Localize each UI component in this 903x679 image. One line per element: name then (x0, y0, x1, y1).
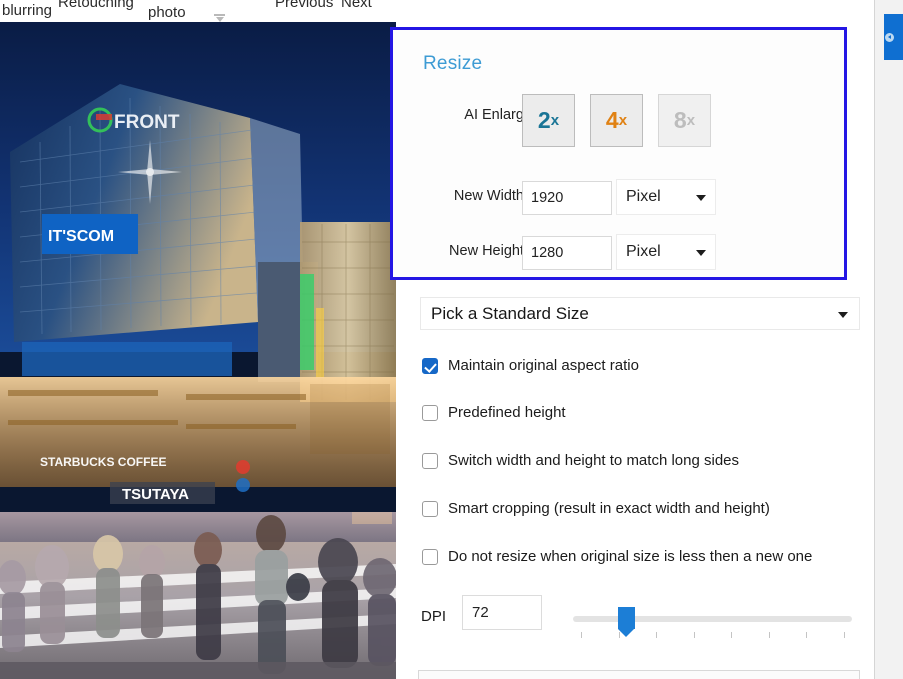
expand-panel-tab[interactable] (884, 14, 903, 60)
option-label: Do not resize when original size is less… (448, 548, 812, 565)
chevron-down-icon (838, 312, 848, 318)
ai-enlarge-4x-suffix: x (619, 113, 627, 128)
new-height-unit-select[interactable]: Pixel (616, 234, 716, 270)
ai-enlarge-2x-value: 2 (538, 109, 551, 132)
chevron-down-icon (696, 195, 706, 201)
photo-artwork: FRONT IT'SCOM (0, 22, 396, 679)
new-height-label: New Height (414, 243, 524, 259)
app-window: blurring Retouching photo Previous Next (0, 0, 903, 679)
chevron-down-icon[interactable] (213, 12, 226, 22)
new-width-unit-value: Pixel (626, 188, 661, 206)
dpi-slider[interactable] (573, 607, 852, 643)
new-height-unit-value: Pixel (626, 243, 661, 261)
option-label: Maintain original aspect ratio (448, 357, 639, 374)
checkbox-icon-checked[interactable] (422, 358, 438, 374)
toolbar-item-photo[interactable]: photo (148, 4, 186, 21)
checkbox-icon[interactable] (422, 405, 438, 421)
dpi-slider-track[interactable] (573, 616, 852, 622)
option-switch-width-height[interactable]: Switch width and height to match long si… (422, 452, 739, 469)
new-width-unit-select[interactable]: Pixel (616, 179, 716, 215)
svg-text:IT'SCOM: IT'SCOM (48, 228, 114, 245)
top-toolbar-strip: blurring Retouching photo Previous Next (0, 0, 903, 22)
svg-text:FRONT: FRONT (114, 112, 180, 133)
new-width-input[interactable]: 1920 (522, 181, 612, 215)
ai-enlarge-2x-button[interactable]: 2x (522, 94, 575, 147)
standard-size-select[interactable]: Pick a Standard Size (420, 297, 860, 330)
ai-enlarge-4x-value: 4 (606, 109, 619, 132)
resize-settings-panel: Resize AI Enlarge 2x 4x 8x New Width 192… (396, 22, 874, 679)
ai-enlarge-8x-button[interactable]: 8x (658, 94, 711, 147)
svg-text:TSUTAYA: TSUTAYA (122, 486, 189, 503)
standard-size-value: Pick a Standard Size (431, 304, 589, 324)
option-smart-cropping[interactable]: Smart cropping (result in exact width an… (422, 500, 770, 517)
dpi-label: DPI (421, 608, 446, 625)
toolbar-item-blurring[interactable]: blurring (2, 2, 52, 19)
toolbar-item-previous[interactable]: Previous (275, 0, 333, 11)
ai-enlarge-label: AI Enlarge (432, 107, 532, 123)
checkbox-icon[interactable] (422, 549, 438, 565)
option-label: Smart cropping (result in exact width an… (448, 500, 770, 517)
ai-enlarge-2x-suffix: x (551, 113, 559, 128)
chevron-right-icon (885, 33, 894, 42)
toolbar-item-retouching[interactable]: Retouching (58, 0, 134, 11)
resize-section-title: Resize (423, 53, 482, 75)
option-maintain-aspect-ratio[interactable]: Maintain original aspect ratio (422, 357, 639, 374)
image-preview[interactable]: FRONT IT'SCOM (0, 22, 396, 679)
dpi-input[interactable]: 72 (462, 595, 542, 630)
ai-enlarge-8x-value: 8 (674, 109, 687, 132)
dpi-slider-ticks (573, 632, 852, 642)
toolbar-item-next[interactable]: Next (341, 0, 372, 11)
vertical-scrollbar[interactable] (874, 0, 903, 679)
svg-text:STARBUCKS COFFEE: STARBUCKS COFFEE (40, 455, 166, 469)
ai-enlarge-4x-button[interactable]: 4x (590, 94, 643, 147)
ai-enlarge-8x-suffix: x (687, 113, 695, 128)
chevron-down-icon (696, 250, 706, 256)
option-label: Switch width and height to match long si… (448, 452, 739, 469)
option-do-not-resize-smaller[interactable]: Do not resize when original size is less… (422, 548, 812, 565)
new-width-label: New Width (414, 188, 524, 204)
option-predefined-height[interactable]: Predefined height (422, 404, 566, 421)
checkbox-icon[interactable] (422, 453, 438, 469)
checkbox-icon[interactable] (422, 501, 438, 517)
dpi-slider-thumb[interactable] (618, 607, 635, 629)
next-section-panel[interactable] (418, 670, 860, 679)
new-height-input[interactable]: 1280 (522, 236, 612, 270)
option-label: Predefined height (448, 404, 566, 421)
